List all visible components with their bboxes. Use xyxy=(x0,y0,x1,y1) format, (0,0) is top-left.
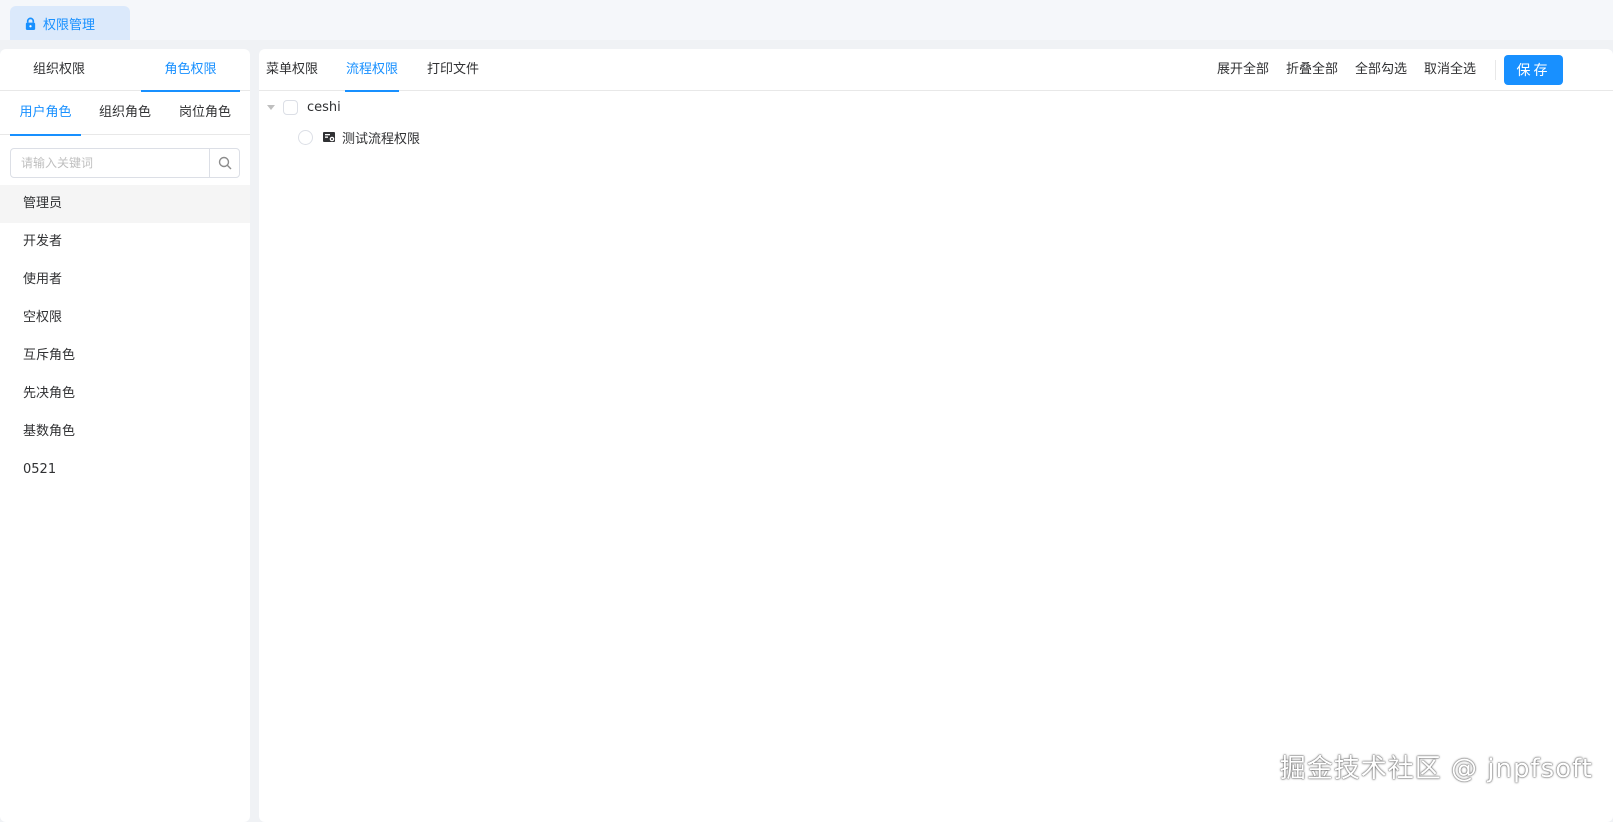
role-list: 管理员 开发者 使用者 空权限 互斥角色 先决角色 基数角色 0521 xyxy=(0,185,250,489)
tab-print-file[interactable]: 打印文件 xyxy=(423,49,483,91)
role-item[interactable]: 开发者 xyxy=(0,223,250,261)
role-item[interactable]: 管理员 xyxy=(0,185,250,223)
tree-radio[interactable] xyxy=(298,129,313,145)
flow-form-icon xyxy=(323,132,335,142)
tab-post-role[interactable]: 岗位角色 xyxy=(170,91,240,135)
role-item[interactable]: 互斥角色 xyxy=(0,337,250,375)
tree-node-label: ceshi xyxy=(307,99,341,115)
role-sidebar: 组织权限 角色权限 用户角色 组织角色 岗位角色 管理员 开发者 使用者 空权限… xyxy=(0,49,250,822)
tree-node-label: 测试流程权限 xyxy=(342,131,421,147)
role-item[interactable]: 0521 xyxy=(0,451,250,489)
permission-header: 菜单权限 流程权限 打印文件 展开全部 折叠全部 全部勾选 取消全选 保存 xyxy=(259,49,1613,92)
tab-org-permission[interactable]: 组织权限 xyxy=(12,49,106,91)
page-tab-label: 权限管理 xyxy=(43,17,96,33)
role-type-tabs: 用户角色 组织角色 岗位角色 xyxy=(0,91,250,136)
tree-node-child[interactable]: 测试流程权限 xyxy=(298,126,420,148)
tree-checkbox[interactable] xyxy=(283,99,298,115)
role-item[interactable]: 基数角色 xyxy=(0,413,250,451)
search-input[interactable] xyxy=(11,149,209,177)
divider xyxy=(1495,60,1496,80)
expand-all-button[interactable]: 展开全部 xyxy=(1217,49,1269,91)
tab-role-permission[interactable]: 角色权限 xyxy=(141,49,240,92)
search-button[interactable] xyxy=(209,149,239,177)
role-search xyxy=(10,148,240,178)
role-item[interactable]: 使用者 xyxy=(0,261,250,299)
save-button[interactable]: 保存 xyxy=(1504,55,1563,85)
page-tab-permissions[interactable]: 权限管理 xyxy=(10,6,130,40)
permission-type-tabs: 组织权限 角色权限 xyxy=(0,49,250,92)
check-all-button[interactable]: 全部勾选 xyxy=(1355,49,1407,91)
tab-flow-permission[interactable]: 流程权限 xyxy=(345,49,399,92)
watermark: 掘金技术社区 @ jnpfsoft xyxy=(1279,754,1593,784)
uncheck-all-button[interactable]: 取消全选 xyxy=(1424,49,1476,91)
tab-org-role[interactable]: 组织角色 xyxy=(90,91,160,135)
permission-panel: 菜单权限 流程权限 打印文件 展开全部 折叠全部 全部勾选 取消全选 保存 ce… xyxy=(259,49,1613,822)
caret-down-icon[interactable] xyxy=(267,104,275,110)
tab-user-role[interactable]: 用户角色 xyxy=(10,91,81,136)
collapse-all-button[interactable]: 折叠全部 xyxy=(1286,49,1338,91)
tree-node-root[interactable]: ceshi xyxy=(267,96,341,118)
role-item[interactable]: 空权限 xyxy=(0,299,250,337)
lock-icon xyxy=(25,17,36,30)
tab-menu-permission[interactable]: 菜单权限 xyxy=(262,49,322,91)
search-icon xyxy=(218,156,231,170)
role-item[interactable]: 先决角色 xyxy=(0,375,250,413)
top-tab-bar: 权限管理 xyxy=(0,0,1613,40)
